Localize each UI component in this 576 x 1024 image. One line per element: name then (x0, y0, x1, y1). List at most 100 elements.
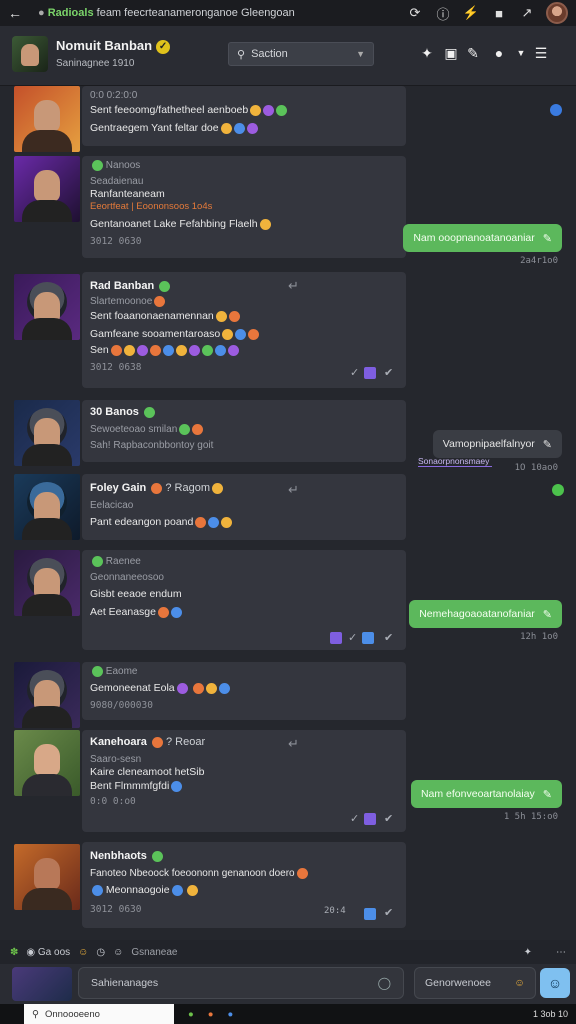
search-placeholder: Saction (251, 48, 288, 60)
sticker-icon[interactable]: ☺ (113, 947, 123, 958)
author-avatar[interactable] (14, 156, 80, 222)
outgoing-bubble[interactable]: Vamopnipaelfalnyor ✎ (432, 430, 562, 458)
author-avatar[interactable] (14, 274, 80, 340)
reaction-icon[interactable] (364, 813, 376, 825)
message-tag: Raenee (90, 556, 141, 567)
send-icon: ☺ (547, 975, 563, 991)
outgoing-time: 1O 10ao0 (514, 463, 558, 473)
chevron-down-icon: ▼ (356, 49, 365, 59)
more-icon[interactable]: ⋯ (556, 947, 566, 958)
composer-avatar[interactable] (12, 967, 72, 1001)
outgoing-bubble[interactable]: Nam ooopnanoatanoaniar ✎ (403, 224, 562, 252)
outgoing-bubble[interactable]: Nemehagoaoatanofaniar ✎ (409, 600, 562, 628)
message-text: Gamfeane sooamentaroaso (90, 328, 260, 340)
outgoing-subtext: Sonaorpnonsmaey (418, 456, 492, 467)
author-name: Rad Banban (90, 280, 155, 292)
profile-icon[interactable]: ● (488, 42, 510, 64)
reply-icon[interactable]: ↵ (288, 482, 299, 498)
edit-icon[interactable]: ✎ (543, 608, 552, 621)
message-text-body: Pant edeangon poand (90, 516, 194, 528)
leaf-icon[interactable]: ✽ (10, 947, 18, 958)
message-card: 0:0 0:2:0:0 Sent feeoomg/fathetheel aenb… (82, 86, 406, 146)
search-box[interactable]: ⚲ Saction ▼ (228, 42, 374, 66)
outgoing-text: Nemehagoaoatanofaniar (419, 608, 535, 620)
user-avatar[interactable] (546, 2, 568, 24)
edit-icon[interactable]: ✎ (543, 438, 552, 451)
reply-icon[interactable]: ↵ (288, 278, 299, 294)
read-check-icon: ✓ (350, 813, 360, 825)
reaction-icon[interactable] (362, 632, 374, 644)
bot-icon[interactable]: ■ (488, 2, 510, 24)
message-author: Nenbhaots (90, 850, 163, 862)
reaction-icon[interactable] (364, 367, 376, 379)
outgoing-bubble[interactable]: Nam efonveoartanolaiay ✎ (410, 780, 562, 808)
outgoing-text: Vamopnipaelfalnyor (442, 438, 535, 450)
outgoing-time: 2a4r1o0 (520, 256, 558, 266)
gallery-icon[interactable]: ▣ (440, 42, 462, 64)
taskbar-search[interactable]: ⚲ Onnoooeeno (24, 1004, 174, 1024)
author-avatar[interactable] (14, 400, 80, 466)
author-avatar[interactable] (14, 662, 80, 728)
url-bar[interactable]: ● Radioals feam feecrteanameronganoe Gle… (38, 7, 398, 19)
menu-icon[interactable]: ☰ (530, 42, 552, 64)
taskbar-search-text: Onnoooeeno (44, 1008, 100, 1020)
message-card: Rad Banban Slartemoonoe Sent foaanonaena… (82, 272, 406, 388)
double-check-icon: ✔ (384, 813, 394, 825)
toolbar-label[interactable]: ◉ Ga oos (26, 947, 70, 958)
app-icon[interactable]: ● (188, 1009, 194, 1020)
emoji-icon[interactable]: ☺ (514, 977, 525, 989)
chevron-down-icon[interactable]: ▼ (510, 42, 532, 64)
message-tag-text: Nanoos (105, 160, 141, 172)
message-text-body: Sen (90, 344, 109, 356)
reaction-icon[interactable] (330, 632, 342, 644)
info-icon[interactable]: ⓘ (432, 2, 454, 24)
message-meta-text: Sewoeteoao smilan (90, 424, 178, 436)
send-button[interactable]: ☺ (540, 968, 570, 998)
message-text-body: Gentraegem Yant feltar doe (90, 122, 219, 134)
author-avatar[interactable] (14, 844, 80, 910)
emoji-icon[interactable]: ☺ (78, 947, 88, 958)
message-text-body: Sent feeoomg/fathetheel aenboeb (90, 104, 249, 116)
message-card: Raenee Geonnaneeosoo Gisbt eeaoe endum A… (82, 550, 406, 650)
pin-icon[interactable]: ✦ (416, 42, 438, 64)
reaction-icon[interactable] (364, 908, 376, 920)
back-arrow-icon[interactable]: ← (8, 5, 22, 21)
message-card: Eaome Gemoneenat Eola 9080/000030 (82, 662, 406, 720)
message-text-body: Sent foaanonaenamennan (90, 310, 214, 322)
clock-icon[interactable]: ◷ (96, 947, 105, 958)
author-avatar[interactable] (14, 474, 80, 540)
external-icon[interactable]: ↗ (516, 2, 538, 24)
app-icon[interactable]: ● (228, 1009, 234, 1020)
extension-icon[interactable]: ⚡ (460, 2, 482, 24)
lock-icon: ● (38, 7, 45, 19)
app-icon[interactable]: ● (208, 1009, 214, 1020)
author-avatar[interactable] (14, 730, 80, 796)
message-input[interactable]: Sahienanages ◯ (78, 967, 404, 999)
message-text: Bent Flmmmfgfdi (90, 780, 183, 792)
edit-icon[interactable]: ✎ (543, 232, 552, 245)
message-meta: Slartemoonoe (90, 296, 166, 307)
toolbar-channel[interactable]: Gsnaneae (131, 947, 177, 958)
attach-icon[interactable]: ◯ (378, 976, 391, 990)
author-avatar[interactable] (14, 550, 80, 616)
channel-avatar[interactable] (12, 36, 48, 72)
message-text-body: Meonnaogoie (105, 884, 170, 896)
reply-icon[interactable]: ↵ (288, 736, 299, 752)
edit-icon[interactable]: ✎ (543, 788, 552, 801)
message-tag: Eaome (90, 666, 137, 677)
message-meta: Sewoeteoao smilan (90, 424, 204, 436)
verified-icon: ✓ (156, 39, 171, 54)
message-author: 30 Banos (90, 406, 155, 418)
author-avatar[interactable] (14, 86, 80, 152)
message-meta: Geonnaneeosoo (90, 572, 164, 583)
pin-icon[interactable]: ✦ (524, 947, 532, 958)
message-text: Sen (90, 344, 239, 356)
pencil-icon[interactable]: ✎ (462, 42, 484, 64)
refresh-icon[interactable]: ⟳ (404, 2, 426, 24)
message-text: Kaire cleneamoot hetSib (90, 766, 205, 778)
channel-name-text: Nomuit Banban (56, 38, 153, 53)
bottom-toolbar: ✽ ◉ Ga oos ☺ ◷ ☺ Gsnaneae ✦ ⋯ (0, 940, 576, 964)
secondary-input[interactable]: Genorwenoee ☺ (414, 967, 536, 999)
secondary-input-placeholder: Genorwenoee (425, 977, 491, 989)
message-time: 0:0 0:o0 (90, 796, 136, 807)
